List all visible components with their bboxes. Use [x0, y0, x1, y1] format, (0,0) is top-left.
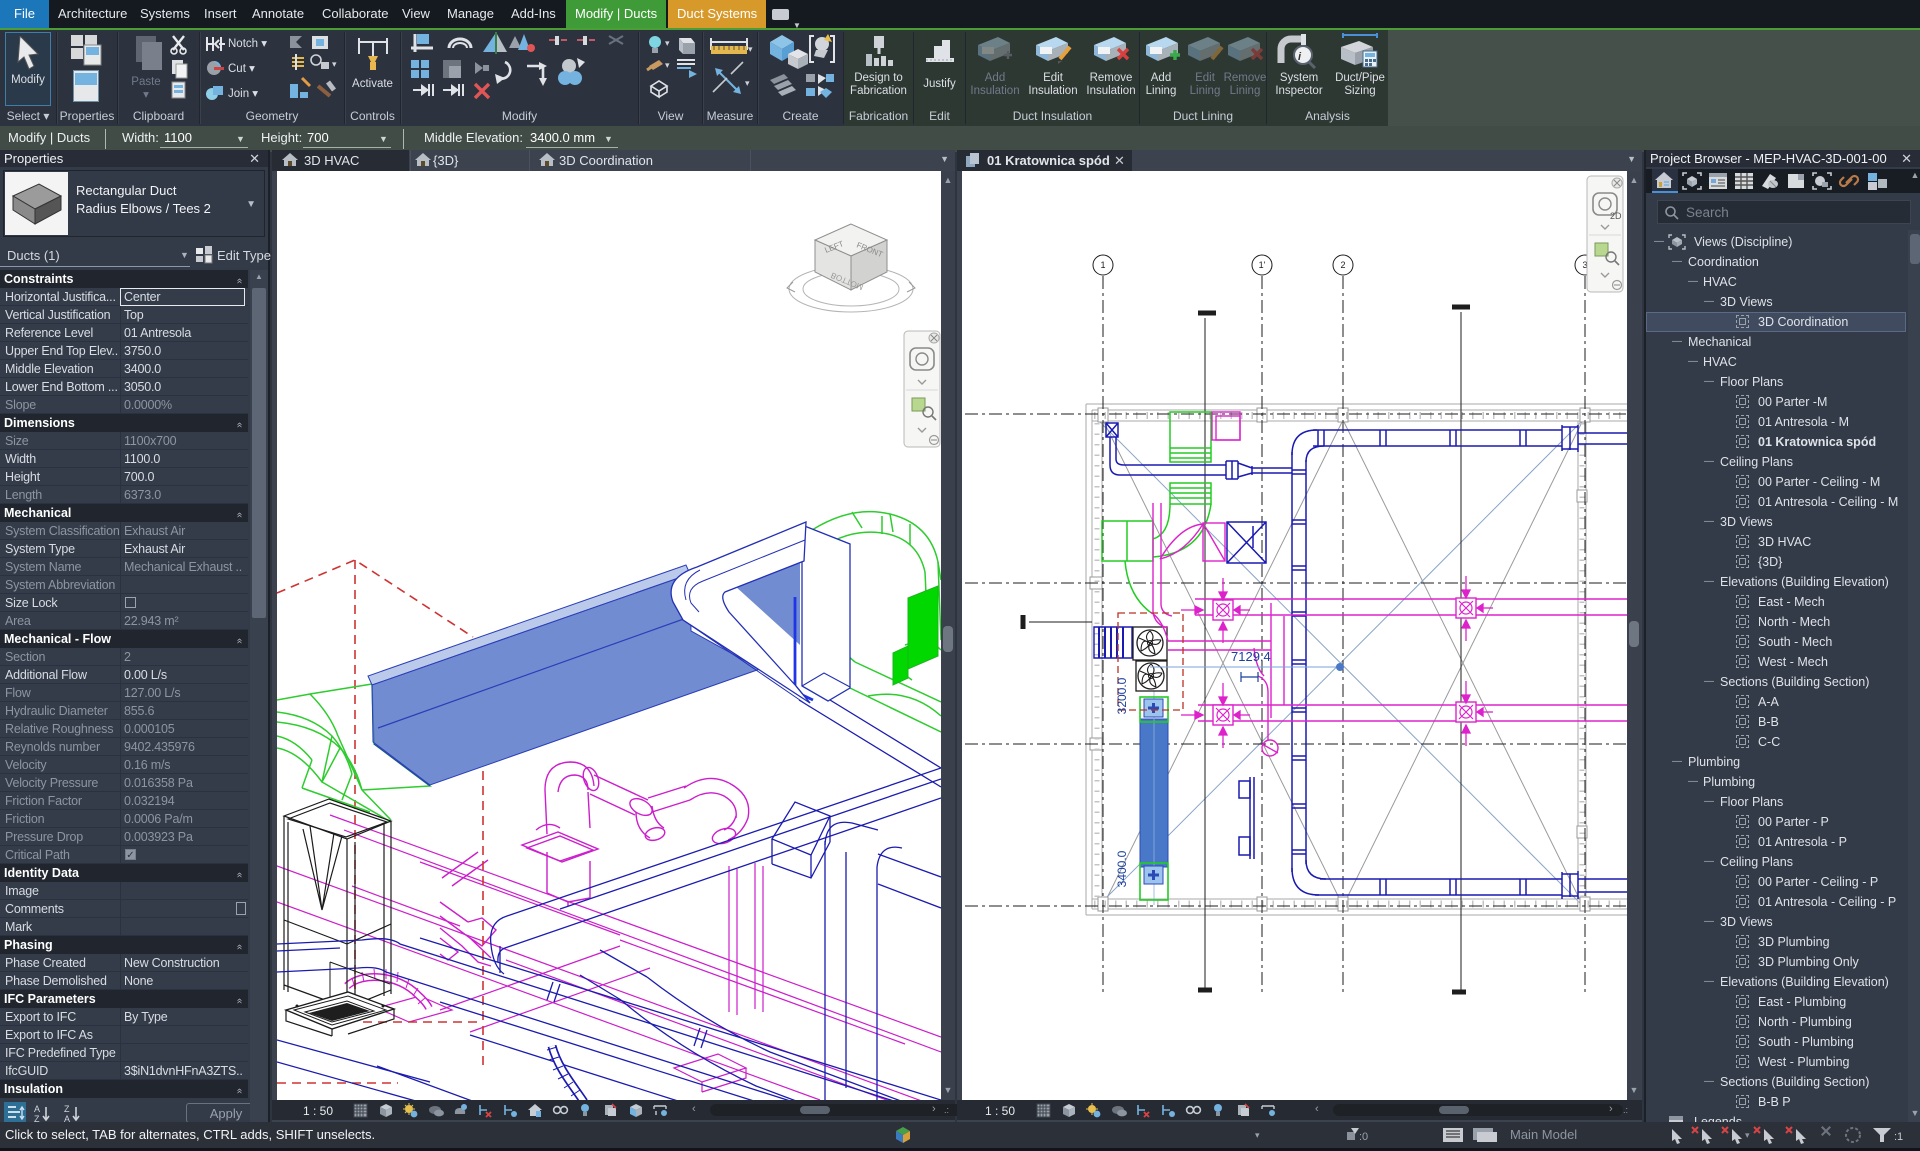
svg-text::0: :0: [1359, 1131, 1368, 1143]
svg-text:1: 1: [1100, 260, 1105, 270]
svg-text:▾: ▾: [665, 38, 670, 48]
svg-text:2: 2: [1340, 260, 1345, 270]
svg-text:3400.0: 3400.0: [1115, 850, 1129, 887]
svg-text:3200.0: 3200.0: [1115, 677, 1129, 714]
svg-text:1': 1': [1259, 260, 1266, 270]
svg-text:▾: ▾: [665, 60, 670, 70]
svg-text:▾: ▾: [332, 59, 337, 69]
svg-text:2D: 2D: [1610, 211, 1622, 221]
svg-text:Z: Z: [64, 1104, 70, 1114]
svg-text:▾: ▾: [745, 78, 750, 88]
svg-text:7129.4: 7129.4: [1231, 649, 1271, 664]
svg-text:A: A: [34, 1104, 40, 1114]
svg-text::1: :1: [1894, 1131, 1903, 1143]
svg-text:▾: ▾: [748, 44, 753, 54]
